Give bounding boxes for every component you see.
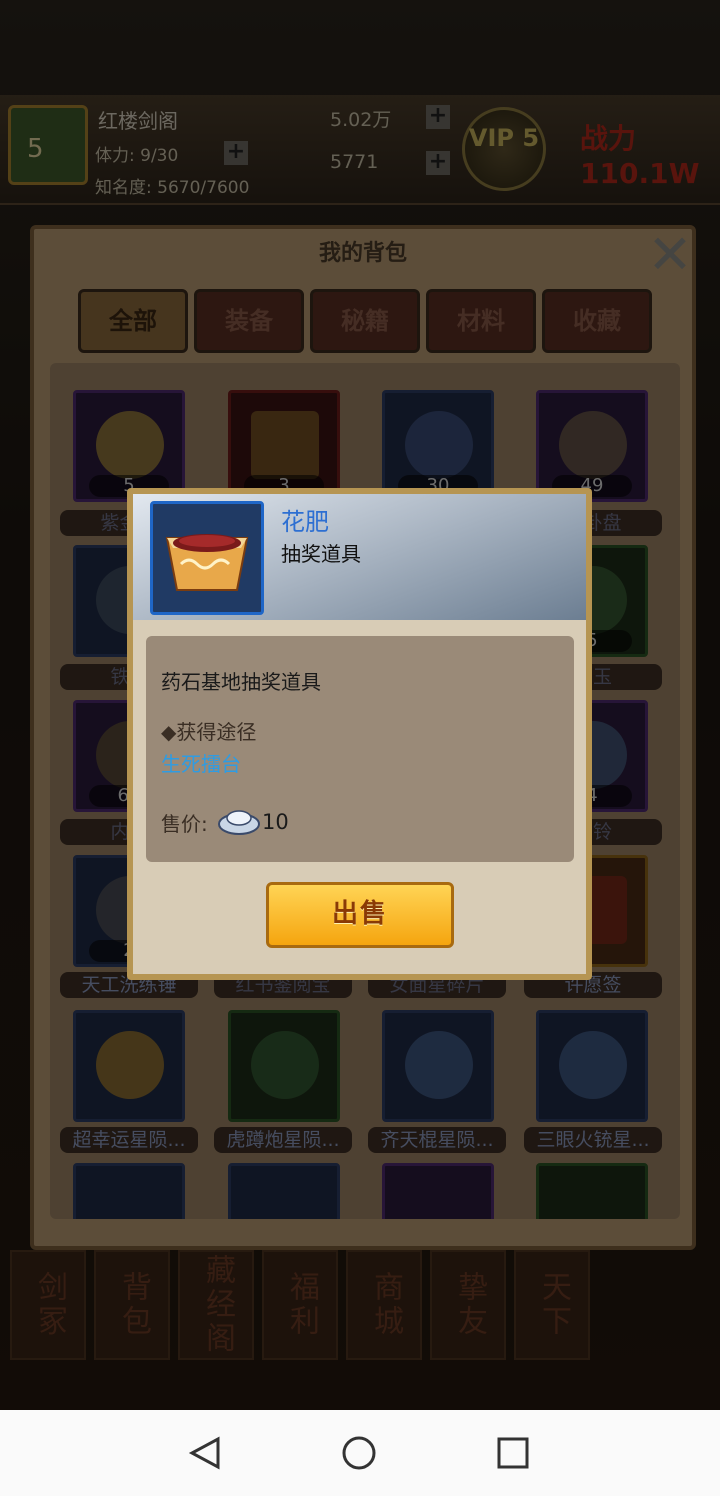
- sell-price-label: 售价:: [161, 812, 208, 836]
- item-type-label: 抽奖道具: [281, 542, 361, 566]
- item-icon-frame: [150, 501, 264, 615]
- item-detail-popup: 花肥 抽奖道具 药石基地抽奖道具 ◆获得途径 生死擂台 售价: 10 出售: [127, 488, 592, 980]
- sell-button[interactable]: 出售: [266, 882, 454, 948]
- popup-header: 花肥 抽奖道具: [133, 494, 586, 620]
- item-description: 药石基地抽奖道具: [161, 670, 321, 694]
- silver-ingot-icon: [218, 810, 260, 835]
- recents-icon[interactable]: [496, 1436, 530, 1470]
- acquire-source-link[interactable]: 生死擂台: [161, 748, 241, 777]
- item-description-box: 药石基地抽奖道具 ◆获得途径 生死擂台 售价: 10: [146, 636, 574, 862]
- system-nav-bar: [0, 1410, 720, 1496]
- acquire-source-title: ◆获得途径: [161, 720, 257, 744]
- home-icon[interactable]: [342, 1436, 376, 1470]
- flower-fertilizer-icon: [165, 534, 249, 591]
- item-name-title: 花肥: [281, 508, 329, 536]
- back-icon[interactable]: [188, 1436, 222, 1470]
- sell-price-value: 10: [262, 810, 289, 834]
